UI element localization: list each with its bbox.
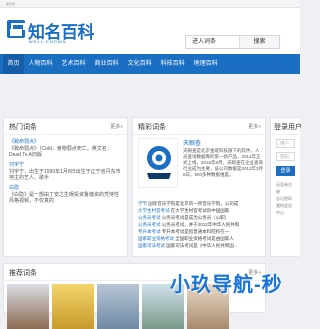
nav-item-home[interactable]: 首页 — [3, 54, 25, 74]
member-center-link[interactable]: 我的会员中心 — [276, 202, 295, 216]
featured-row-category[interactable]: 公务员考试 — [138, 222, 161, 227]
featured-row-text: 国家司法考试是《中华人民共和国... — [166, 243, 238, 248]
featured-row-category[interactable]: 专升本考试 — [138, 229, 161, 234]
featured-row-category[interactable]: 大学生村官考试 — [138, 208, 170, 213]
search-option-select[interactable]: 进入词条 — [186, 36, 240, 48]
tianyancha-logo-image[interactable] — [138, 138, 178, 188]
hot-entry[interactable]: 《致命弱点》 《致命弱点》（Cold，食物弱点死亡。英文名：Dead To A旧… — [9, 138, 122, 158]
topbar-text: 服务到 — [6, 2, 16, 6]
search-button[interactable]: 搜索 — [240, 36, 279, 48]
hot-entry-desc: 《白隐》是一部由丁安之生娱投资鲁旗资的凭恃性风格视频，不仅真的 — [9, 192, 120, 204]
password-field[interactable]: 密码 — [276, 152, 295, 161]
featured-row-category[interactable]: 国家司法考试 — [138, 243, 165, 248]
featured-row-text: 全国职业资格考试是由国家人 — [175, 236, 234, 241]
featured-row[interactable]: 公务员考试 公务员考试是成为公务员（公职） — [138, 214, 260, 221]
watermark-text: 小玖导航-秒 — [170, 274, 283, 296]
nav-item-tech[interactable]: 科技百科 — [156, 54, 189, 74]
hot-entry-title[interactable]: 《致命弱点》 — [9, 138, 122, 146]
featured-more-link[interactable]: 更多» — [248, 123, 261, 130]
featured-row-text: 公务员考试是成为公务员（公职） — [161, 215, 230, 220]
featured-panel: 精彩词条 更多» 天眼查 天眼查是北京金堤科技旗下的软件，人员查询数据库的第一款… — [132, 117, 266, 257]
hot-entry[interactable]: 白隐 《白隐》是一部由丁安之生娱投资鲁旗资的凭恃性风格视频，不仅真的 — [9, 184, 122, 204]
hot-panel: 热门词条 更多» 《致命弱点》 《致命弱点》（Cold，食物弱点死亡。英文名：D… — [3, 117, 128, 257]
login-title: 登录用户 — [274, 124, 302, 131]
book-icon — [7, 20, 25, 38]
hot-title: 热门词条 — [9, 124, 37, 131]
hot-entry-title[interactable]: 白隐 — [9, 184, 122, 192]
featured-row-category[interactable]: 学节 — [138, 201, 147, 206]
featured-row[interactable]: 公务员考试 公务员考试，并于2012年中华人民共和 — [138, 221, 260, 228]
hot-entry[interactable]: 刘宇宁 刘宇宁，出生于1990年1月8日出生于辽宁省丹东市地主的艺人、歌手 — [9, 161, 122, 181]
featured-row[interactable]: 学节 国际音乐学院是北京的一所音乐学院，公司成 — [138, 200, 260, 207]
nav-item-people[interactable]: 人物百科 — [24, 54, 57, 74]
recommend-image-building[interactable] — [97, 284, 139, 329]
site-logo[interactable]: 知名百科 WELL-KNOWN — [7, 20, 97, 48]
featured-row[interactable]: 专升本考试 专升本考试是指普通本科院校在一 — [138, 228, 260, 235]
featured-row-text: 公务员考试，并于2012年中华人民共和 — [161, 222, 240, 227]
search-box: 进入词条 搜索 — [185, 35, 280, 49]
hot-entry-desc: 刘宇宁，出生于1990年1月8日出生于辽宁省丹东市地主的艺人、歌手 — [9, 169, 121, 181]
top-bar: 服务到 — [0, 0, 300, 8]
featured-list: 学节 国际音乐学院是北京的一所音乐学院，公司成 大学生村官考试 在大学生村官考试… — [138, 200, 260, 249]
featured-row[interactable]: 国家司法考试 国家司法考试是《中华人民共和国... — [138, 242, 260, 249]
featured-row[interactable]: 国家职业资格考试 全国职业资格考试是由国家人 — [138, 235, 260, 242]
main-nav: 首页 人物百科 艺术百科 商业百科 文化百科 科技百科 地理百科 — [0, 54, 300, 74]
login-panel: 登录用户 用户 密码 登录 还没有注册 忘记密码 我的会员中心 — [270, 117, 302, 257]
featured-row-text: 在大学生村官考试的中国国家 — [170, 208, 230, 213]
featured-row-category[interactable]: 国家职业资格考试 — [138, 236, 174, 241]
featured-row-category[interactable]: 公务员考试 — [138, 215, 161, 220]
logo-subtitle: WELL-KNOWN — [29, 39, 67, 44]
login-button[interactable]: 登录 — [276, 166, 295, 176]
site-header: 知名百科 WELL-KNOWN 进入词条 搜索 — [0, 8, 300, 54]
login-links: 还没有注册 忘记密码 我的会员中心 — [271, 176, 300, 216]
recommend-image-people[interactable] — [7, 284, 49, 329]
recommend-image-gold[interactable] — [52, 284, 94, 329]
hot-entry-desc: 《致命弱点》（Cold，食物弱点死亡。英文名：Dead To A旧版 — [9, 146, 112, 158]
featured-title: 精彩词条 — [138, 124, 166, 131]
featured-main-title[interactable]: 天眼查 — [183, 138, 201, 147]
forgot-password-link[interactable]: 忘记密码 — [276, 195, 295, 202]
featured-row-text: 国际音乐学院是北京的一所音乐学院，公司成 — [148, 201, 239, 206]
nav-item-business[interactable]: 商业百科 — [90, 54, 123, 74]
nav-item-culture[interactable]: 文化百科 — [123, 54, 156, 74]
recommend-title: 推荐词条 — [9, 270, 37, 277]
hot-entry-title[interactable]: 刘宇宁 — [9, 161, 122, 169]
hot-more-link[interactable]: 更多» — [110, 123, 123, 130]
featured-main-desc: 天眼查是北京金堤科技旗下的软件，人员查询数据库的第一款产品，2014年正式上线，… — [183, 148, 264, 177]
username-field[interactable]: 用户 — [276, 139, 295, 148]
featured-row[interactable]: 大学生村官考试 在大学生村官考试的中国国家 — [138, 207, 260, 214]
featured-row-text: 专升本考试是指普通本科院校在一 — [161, 229, 230, 234]
register-link[interactable]: 还没有注册 — [276, 181, 295, 195]
nav-item-geography[interactable]: 地理百科 — [189, 54, 222, 74]
nav-item-art[interactable]: 艺术百科 — [57, 54, 90, 74]
